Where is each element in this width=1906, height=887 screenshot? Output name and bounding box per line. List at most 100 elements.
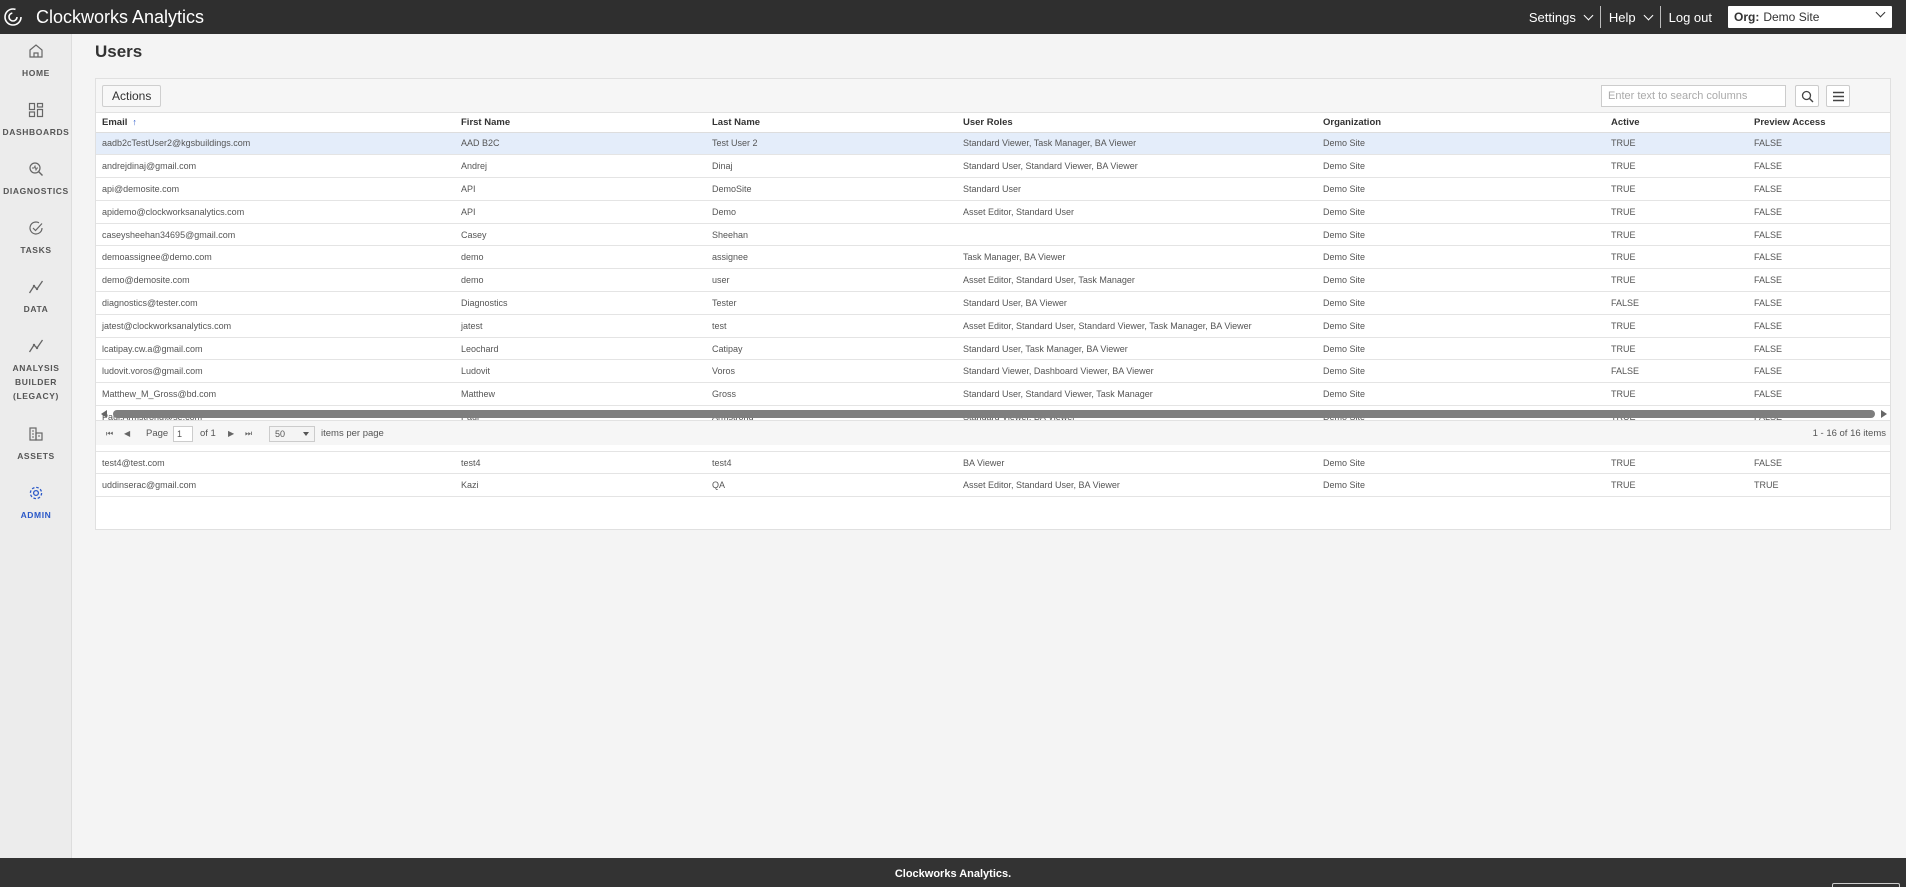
cell-organization: Demo Site [1317,359,1605,384]
cell-user-roles: Standard User, Standard Viewer, Task Man… [957,382,1317,407]
horizontal-scrollbar[interactable] [99,409,1889,419]
cell-last-name: DemoSite [706,177,957,201]
clockworks-logo-icon[interactable] [2,6,24,28]
cell-preview-access: FALSE [1748,223,1890,247]
cell-preview-access: FALSE [1748,359,1890,384]
analysis-builder-icon [28,339,44,353]
sidebar-item-label: ASSETS [17,451,55,461]
column-header-first-name[interactable]: First Name [455,113,706,133]
sidebar-item-assets[interactable]: ASSETS [0,425,72,463]
table-row[interactable]: ludovit.voros@gmail.com Ludovit Voros Stand… [96,359,1890,384]
actions-button[interactable]: Actions [102,85,162,107]
table-row[interactable]: Matthew_M_Gross@bd.com Matthew Gross Standa… [96,382,1890,407]
cell-preview-access: FALSE [1748,268,1890,293]
org-select[interactable]: Org: Demo Site [1728,6,1892,28]
cell-active: FALSE [1605,359,1748,384]
page-count-label: of 1 [200,428,216,439]
sidebar-item-tasks[interactable]: TASKS [0,219,72,257]
cell-preview-access: FALSE [1748,382,1890,407]
diagnostics-icon [29,162,43,176]
sidebar-item-analysis-builder[interactable]: ANALYSIS BUILDER (LEGACY) [0,337,72,403]
sidebar-item-diagnostics[interactable]: DIAGNOSTICS [0,160,72,198]
cell-last-name: test [706,314,957,338]
cell-first-name: demo [455,245,706,270]
table-row[interactable]: diagnostics@tester.com Diagnostics Tester S… [96,291,1890,315]
table-header-row: Email ↑ First Name Last Name User Roles O… [96,113,1890,133]
column-header-label: Email [102,116,128,128]
cell-last-name: Dinaj [706,154,957,179]
table-row[interactable]: aadb2cTestUser2@kgsbuildings.com AAD B2C T… [96,132,1890,156]
column-header-email[interactable]: Email ↑ [96,113,455,133]
cell-active: TRUE [1605,451,1748,475]
column-header-preview-access[interactable]: Preview Access [1748,113,1890,133]
table-row[interactable]: lcatipay.cw.a@gmail.com Leochard Catipay St… [96,337,1890,361]
cell-user-roles: Standard User, BA Viewer [957,291,1317,315]
sidebar-label-line: (LEGACY) [13,391,59,401]
chevron-down-icon [303,432,309,436]
cell-preview-access: FALSE [1748,291,1890,315]
grid-toolbar: Actions [96,79,1890,113]
cell-preview-access: FALSE [1748,200,1890,224]
sidebar-item-label: DASHBOARDS [2,127,70,137]
table-row[interactable]: jatest@clockworksanalytics.com jatest test… [96,314,1890,338]
scrollbar-thumb[interactable] [113,410,1875,418]
table-row[interactable]: andrejdinaj@gmail.com Andrej Dinaj Standard… [96,154,1890,179]
sidebar-item-dashboards[interactable]: DASHBOARDS [0,101,72,139]
settings-menu[interactable]: Settings [1521,7,1600,27]
cell-preview-access: FALSE [1748,245,1890,270]
cell-organization: Demo Site [1317,223,1605,247]
next-page-icon[interactable]: ▶ [228,429,234,438]
sidebar-item-home[interactable]: HOME [0,42,72,80]
cell-active: TRUE [1605,177,1748,201]
cell-email: lcatipay.cw.a@gmail.com [96,337,455,361]
cell-preview-access: FALSE [1748,154,1890,179]
page-label: Page [146,428,169,439]
table-row[interactable]: demo@demosite.com demo user Asset Editor, S… [96,268,1890,293]
help-menu[interactable]: Help [1601,7,1660,27]
last-page-icon[interactable]: ⏭ [245,429,252,439]
cell-first-name: Casey [455,223,706,247]
search-input[interactable] [1601,85,1786,107]
column-header-active[interactable]: Active [1605,113,1748,133]
cell-last-name: QA [706,473,957,498]
page-size-select[interactable]: 50 [269,426,315,442]
column-header-last-name[interactable]: Last Name [706,113,957,133]
cell-last-name: user [706,268,957,293]
cell-user-roles [957,223,1317,247]
table-row[interactable]: api@demosite.com API DemoSite Standard User… [96,177,1890,201]
cell-organization: Demo Site [1317,154,1605,179]
column-header-user-roles[interactable]: User Roles [957,113,1317,133]
cell-organization: Demo Site [1317,245,1605,270]
cell-email: test4@test.com [96,451,455,475]
page-number-input[interactable]: 1 [173,426,193,442]
sidebar-item-data[interactable]: DATA [0,278,72,316]
cell-organization: Demo Site [1317,268,1605,293]
cell-active: TRUE [1605,314,1748,338]
cell-email: apidemo@clockworksanalytics.com [96,200,455,224]
footer-tab-button[interactable] [1832,883,1900,887]
sidebar-item-admin[interactable]: ADMIN [0,484,72,522]
page-title: Users [95,42,143,61]
sidebar-item-label: TASKS [20,245,52,255]
search-button[interactable] [1795,85,1819,107]
column-menu-button[interactable] [1826,85,1850,107]
cell-email: uddinserac@gmail.com [96,473,455,498]
assets-icon [29,427,43,441]
previous-page-icon[interactable]: ◀ [124,429,130,438]
table-row[interactable]: apidemo@clockworksanalytics.com API Demo As… [96,200,1890,224]
top-bar: Clockworks Analytics Settings Help Log o… [0,0,1906,34]
first-page-icon[interactable]: ⏮ [106,429,113,439]
cell-email: ludovit.voros@gmail.com [96,359,455,384]
column-header-organization[interactable]: Organization [1317,113,1605,133]
hamburger-menu-icon [1832,91,1844,101]
scroll-right-icon[interactable] [1881,410,1887,418]
scroll-left-icon[interactable] [101,410,107,418]
chevron-down-icon [1643,10,1654,20]
table-row[interactable]: uddinserac@gmail.com Kazi QA Asset Editor, … [96,473,1890,498]
table-row[interactable]: caseysheehan34695@gmail.com Casey Sheehan D… [96,223,1890,247]
cell-user-roles: BA Viewer [957,451,1317,475]
sidebar-item-label: ANALYSIS BUILDER (LEGACY) [0,361,72,403]
logout-link[interactable]: Log out [1661,7,1720,27]
table-row[interactable]: test4@test.com test4 test4 BA Viewer Demo Si… [96,451,1890,475]
table-row[interactable]: demoassignee@demo.com demo assignee Task Ma… [96,245,1890,270]
